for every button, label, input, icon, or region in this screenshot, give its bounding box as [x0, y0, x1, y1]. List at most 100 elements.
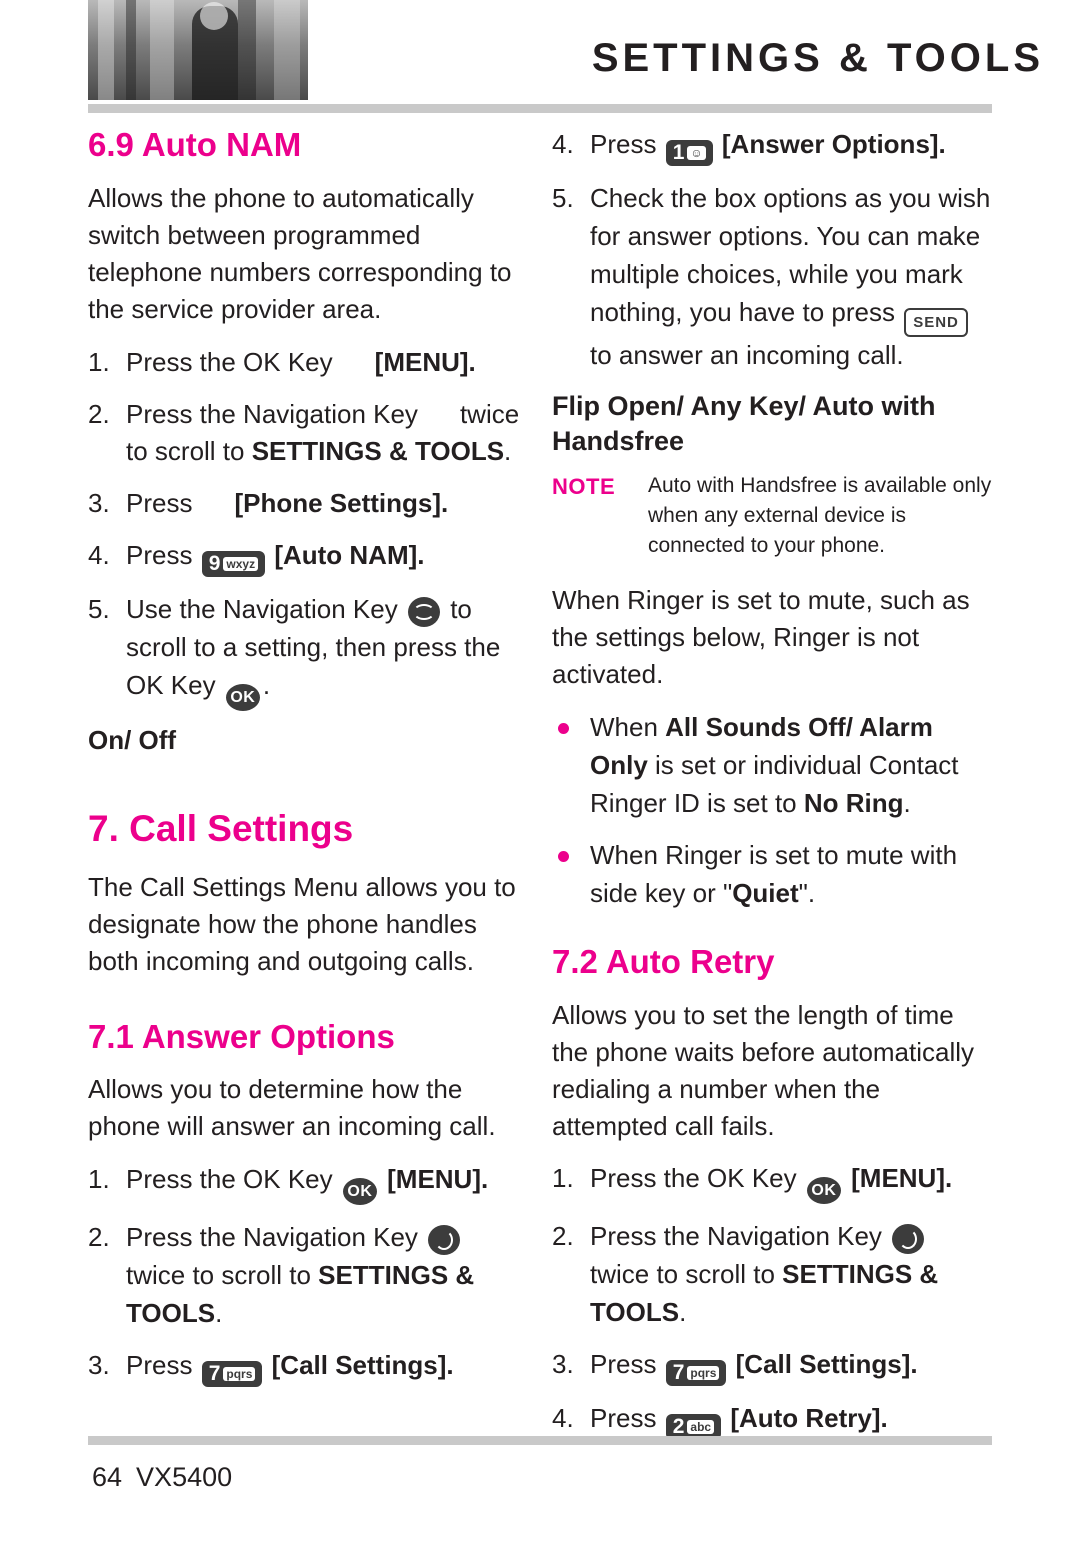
bullet-text-mid: ".	[798, 877, 816, 908]
step-number: 3.	[88, 488, 110, 519]
step-text: Press the Navigation Key	[126, 1222, 418, 1253]
step-text: Check the box options as you wish for an…	[590, 183, 991, 327]
header-photo	[88, 0, 308, 100]
step-text-tail: .	[679, 1297, 687, 1328]
footer-divider	[88, 1436, 992, 1445]
step-text: Press the OK Key	[126, 346, 333, 377]
step-text-bracket: [Auto NAM].	[274, 540, 425, 571]
step-item: 2. Press the Navigation Key twice to scr…	[552, 1218, 992, 1332]
note-label: NOTE	[552, 474, 616, 499]
step-text-bracket: [Call Settings].	[271, 1350, 454, 1381]
step-text: Press	[590, 129, 657, 159]
bullet-text: When	[590, 712, 666, 743]
step-item: 3. Press [Phone Settings].	[88, 485, 528, 523]
right-column: 4. Press 1 ☺ [Answer Options]. 5. Check t…	[552, 126, 992, 1454]
step-text: Press the Navigation Key	[126, 398, 418, 429]
navigation-key-icon	[892, 1224, 925, 1255]
step-number: 4.	[552, 129, 574, 159]
step-text-bracket: [MENU].	[374, 346, 476, 377]
page-footer: 64 VX5400	[92, 1462, 232, 1493]
heading-call-settings: 7. Call Settings	[88, 808, 354, 850]
left-column: 6.9 Auto NAM Allows the phone to automat…	[88, 126, 528, 1401]
step-number: 2.	[552, 1221, 574, 1252]
navigation-key-vertical-icon	[407, 597, 440, 628]
subheading-flip-open: Flip Open/ Any Key/ Auto with Handsfree	[552, 390, 936, 456]
step-item: 1. Press the OK Key OK [MENU].	[88, 1161, 528, 1206]
key-9-wxyz-icon: 9 wxyz	[201, 551, 266, 578]
bullet-list-ringer: When All Sounds Off/ Alarm Only is set o…	[552, 709, 992, 913]
step-text: Use the Navigation Key	[126, 594, 398, 625]
step-text-bracket: [MENU].	[851, 1163, 953, 1194]
step-item: 2. Press the Navigation Key twice to scro…	[88, 396, 528, 472]
step-number: 1.	[88, 346, 110, 377]
page-number: 64	[92, 1462, 123, 1492]
step-text-cont: to answer an incoming call.	[590, 339, 904, 370]
ok-key-icon: OK	[225, 684, 260, 712]
paragraph-auto-nam-intro: Allows the phone to automatically switch…	[88, 182, 512, 324]
step-item: 5. Use the Navigation Key to scroll to a…	[88, 591, 528, 712]
list-item: When Ringer is set to mute with side key…	[552, 837, 992, 913]
step-text-tail: .	[504, 436, 512, 467]
heading-answer-options: 7.1 Answer Options	[88, 1017, 395, 1055]
steps-auto-retry: 1. Press the OK Key OK [MENU]. 2. Press …	[552, 1160, 992, 1441]
step-text: Press	[126, 1350, 193, 1381]
step-text-bracket: [Phone Settings].	[234, 488, 449, 519]
step-text-tail: .	[215, 1298, 223, 1329]
photo-stripe	[126, 0, 136, 100]
step-text-bracket: [Answer Options].	[721, 129, 946, 159]
step-item: 4. Press 2 abc [Auto Retry].	[552, 1400, 992, 1441]
photo-stripe	[274, 0, 300, 100]
step-text: Press	[590, 1349, 657, 1380]
step-number: 1.	[552, 1163, 574, 1194]
bullet-text-bold: Quiet	[732, 877, 799, 908]
step-number: 5.	[88, 594, 110, 625]
steps-answer-options-continued: 4. Press 1 ☺ [Answer Options]. 5. Check t…	[552, 126, 992, 375]
step-item: 4. Press 9 wxyz [Auto NAM].	[88, 537, 528, 578]
paragraph-auto-retry-intro: Allows you to set the length of time the…	[552, 999, 975, 1141]
photo-stripe	[150, 0, 174, 100]
step-text: Press	[590, 1403, 657, 1434]
step-text: Press	[126, 540, 193, 571]
step-number: 5.	[552, 183, 574, 213]
bullet-text-tail: .	[903, 788, 911, 819]
ok-key-icon: OK	[806, 1177, 841, 1205]
navigation-key-icon	[428, 1225, 461, 1256]
step-text-bold: SETTINGS & TOOLS	[251, 436, 505, 467]
heading-auto-nam: 6.9 Auto NAM	[88, 126, 302, 163]
step-number: 3.	[88, 1350, 110, 1381]
heading-auto-retry: 7.2 Auto Retry	[552, 942, 775, 980]
step-text: Press the OK Key	[126, 1164, 333, 1195]
paragraph-ringer-mute: When Ringer is set to mute, such as the …	[552, 585, 970, 690]
paragraph-answer-options-intro: Allows you to determine how the phone wi…	[88, 1074, 496, 1142]
paragraph-call-settings-intro: The Call Settings Menu allows you to des…	[88, 871, 516, 976]
photo-stripe	[238, 0, 256, 100]
step-text-bracket: [Auto Retry].	[730, 1403, 888, 1434]
step-text: Press the Navigation Key	[590, 1221, 882, 1252]
ok-key-icon: OK	[342, 1178, 377, 1206]
page-title: SETTINGS & TOOLS	[591, 36, 1044, 80]
step-text-tail: .	[262, 670, 271, 701]
step-text-cont: twice to scroll to	[126, 1260, 319, 1291]
note-text: Auto with Handsfree is available only wh…	[648, 474, 992, 557]
step-item: 3. Press 7 pqrs [Call Settings].	[88, 1347, 528, 1388]
page-header: SETTINGS & TOOLS	[0, 0, 1080, 100]
key-7-pqrs-icon: 7 pqrs	[665, 1360, 727, 1387]
photo-figure-head	[200, 2, 228, 30]
header-divider	[88, 104, 992, 113]
step-number: 4.	[552, 1403, 574, 1434]
step-number: 2.	[88, 1222, 110, 1253]
step-item: 1. Press the OK Key [MENU].	[88, 344, 528, 382]
subheading-on-off: On/ Off	[88, 725, 177, 756]
step-item: 5. Check the box options as you wish for…	[552, 180, 992, 375]
step-number: 1.	[88, 1164, 110, 1195]
bullet-text-bold2: No Ring	[803, 788, 904, 819]
step-item: 4. Press 1 ☺ [Answer Options].	[552, 126, 992, 166]
steps-answer-options: 1. Press the OK Key OK [MENU]. 2. Press …	[88, 1161, 528, 1388]
step-text-cont: twice to scroll to	[590, 1259, 783, 1290]
photo-stripe	[98, 0, 114, 100]
step-number: 2.	[88, 398, 110, 429]
key-1-icon: 1 ☺	[665, 140, 713, 166]
send-key-icon: SEND	[904, 307, 968, 337]
list-item: When All Sounds Off/ Alarm Only is set o…	[552, 709, 992, 823]
step-text-bracket: [MENU].	[387, 1164, 489, 1195]
